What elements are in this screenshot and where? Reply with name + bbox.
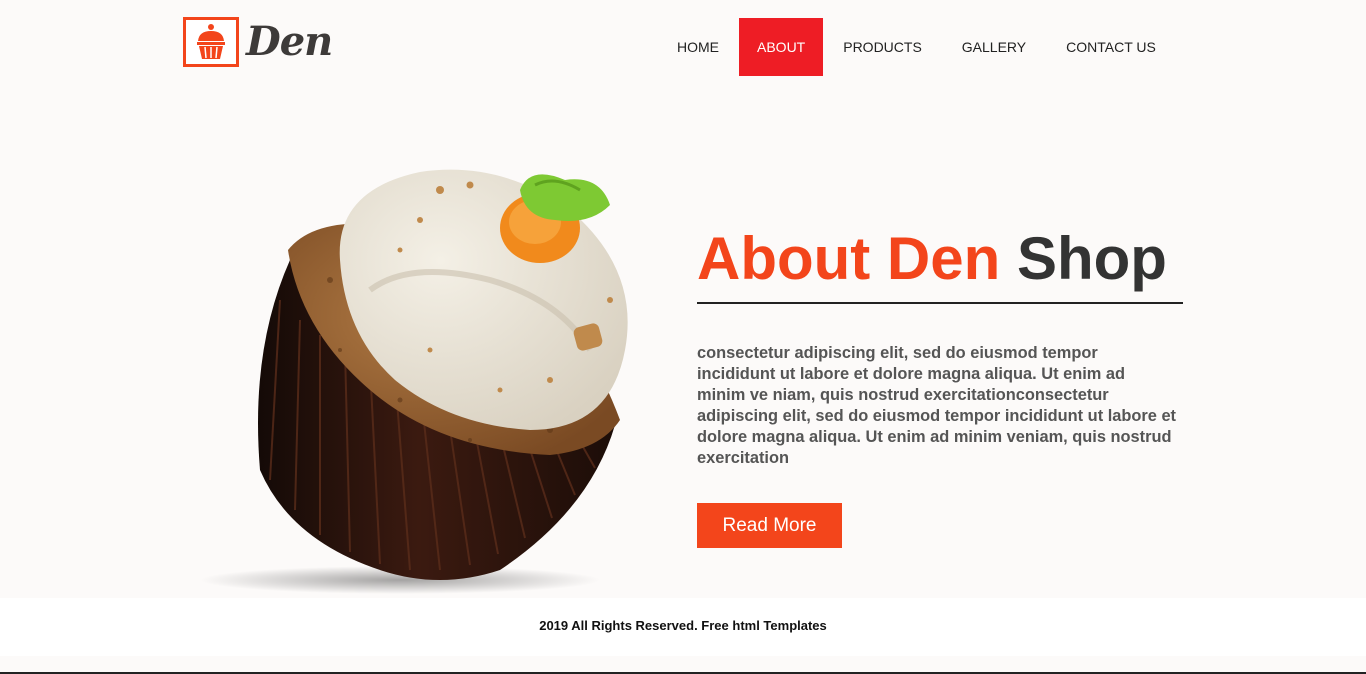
nav-item-about[interactable]: ABOUT bbox=[739, 18, 824, 76]
about-description: consectetur adipiscing elit, sed do eius… bbox=[697, 344, 1177, 467]
page-title: About Den Shop bbox=[697, 226, 1187, 292]
main-nav: HOME ABOUT PRODUCTS GALLERY CONTACT US bbox=[657, 18, 1176, 76]
read-more-button[interactable]: Read More bbox=[697, 503, 842, 548]
title-rest: Shop bbox=[1016, 225, 1167, 292]
nav-item-products[interactable]: PRODUCTS bbox=[823, 18, 942, 76]
about-section: About Den Shop consectetur adipiscing el… bbox=[697, 226, 1187, 469]
brand-logo[interactable]: Den bbox=[183, 17, 333, 67]
carrot-cupcake-image bbox=[170, 150, 640, 600]
title-underline bbox=[697, 302, 1183, 304]
cupcake-icon bbox=[183, 17, 239, 67]
nav-item-gallery[interactable]: GALLERY bbox=[942, 18, 1046, 76]
copyright-text: 2019 All Rights Reserved. Free html Temp… bbox=[539, 618, 827, 633]
brand-name: Den bbox=[246, 18, 333, 65]
nav-item-home[interactable]: HOME bbox=[657, 18, 739, 76]
title-highlight: About Den bbox=[697, 225, 1001, 292]
nav-item-contact-us[interactable]: CONTACT US bbox=[1046, 18, 1176, 76]
footer: 2019 All Rights Reserved. Free html Temp… bbox=[0, 598, 1366, 656]
